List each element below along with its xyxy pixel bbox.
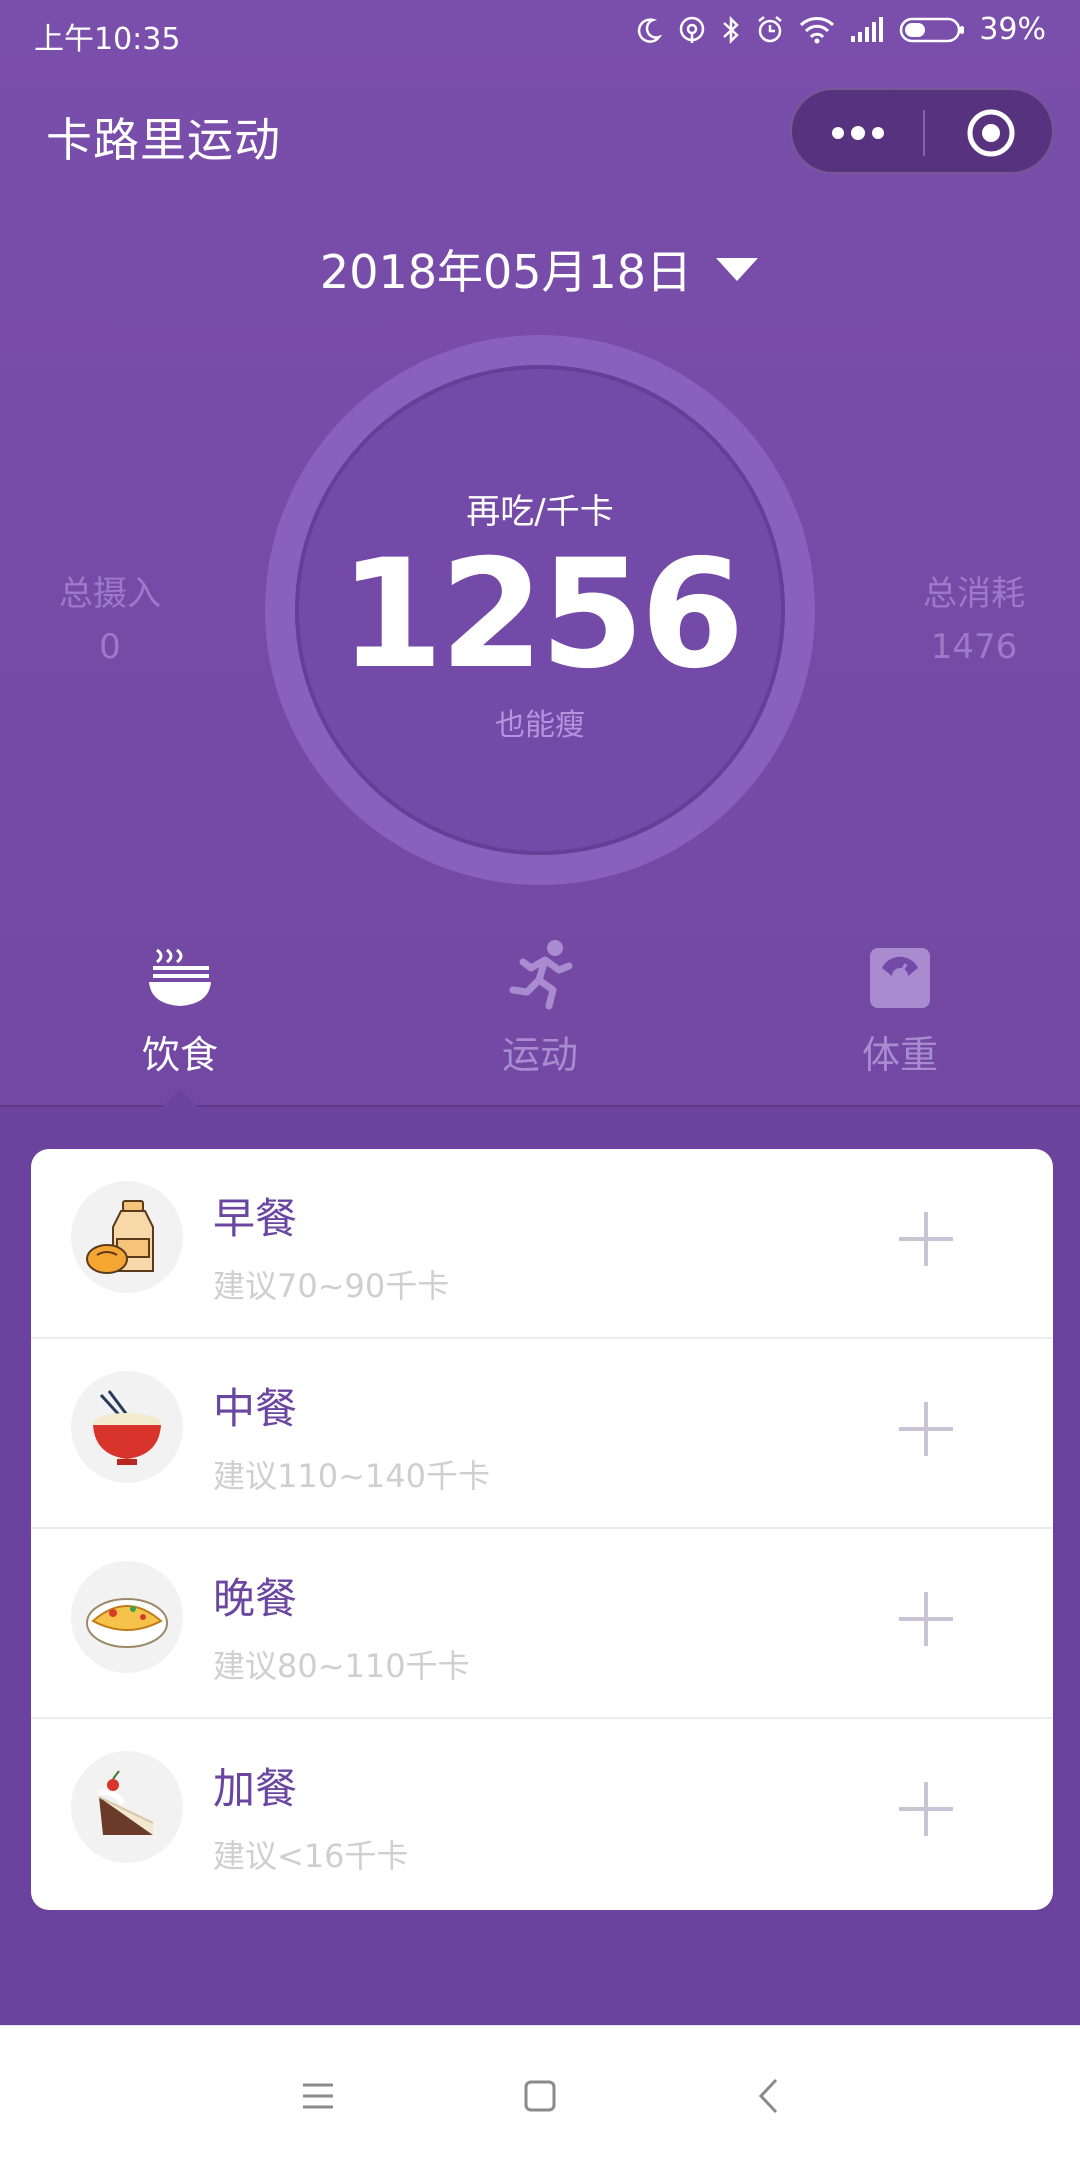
back-chevron-icon (758, 2078, 778, 2114)
omelette-plate-icon (86, 1598, 168, 1648)
caret-down-icon (716, 258, 759, 281)
add-dinner-plus-icon[interactable] (891, 1584, 961, 1654)
tab-bar: 饮食 运动 体重 (0, 930, 1080, 1100)
remaining-sub: 也能瘦 (495, 708, 585, 743)
back-button[interactable] (728, 2056, 808, 2136)
status-time: 上午10:35 (34, 22, 181, 57)
total-burn: 总消耗 1476 (864, 566, 1080, 667)
status-icons: 39% (635, 12, 1046, 47)
meal-hint: 建议80~110千卡 (213, 1647, 470, 1685)
battery-icon (900, 17, 965, 42)
page-title: 卡路里运动 (46, 113, 281, 167)
alarm-icon (758, 15, 783, 42)
meal-lunch[interactable]: 中餐 建议110~140千卡 (31, 1339, 1053, 1529)
add-snack-plus-icon[interactable] (891, 1774, 961, 1844)
remaining-label: 再吃/千卡 (466, 492, 614, 532)
meal-dinner[interactable]: 晚餐 建议80~110千卡 (31, 1529, 1053, 1719)
menu-button[interactable] (278, 2056, 358, 2136)
meal-hint: 建议<16千卡 (213, 1837, 409, 1875)
close-button[interactable] (925, 90, 1056, 176)
tab-exercise[interactable]: 运动 (360, 930, 720, 1100)
wifi-icon (800, 16, 835, 43)
date-text: 2018年05月18日 (319, 245, 693, 299)
battery-percent: 39% (979, 12, 1046, 47)
lunch-thumb (71, 1371, 183, 1483)
scale-icon (870, 948, 930, 1008)
snack-thumb (71, 1751, 183, 1863)
tab-exercise-label: 运动 (501, 1033, 578, 1077)
dinner-thumb (71, 1561, 183, 1673)
intake-label: 总摄入 (59, 574, 161, 614)
add-breakfast-plus-icon[interactable] (891, 1204, 961, 1274)
signal-icon (851, 16, 884, 42)
meal-list: 早餐 建议70~90千卡 中餐 建议110~140千卡 晚餐 建议80~110千… (31, 1149, 1053, 1910)
hotspot-icon (680, 16, 705, 43)
total-intake: 总摄入 0 (0, 566, 220, 667)
intake-value: 0 (99, 627, 121, 667)
burn-label: 总消耗 (923, 574, 1025, 614)
menu-icon (303, 2083, 333, 2109)
more-dots-icon (831, 126, 884, 140)
meal-hint: 建议70~90千卡 (213, 1267, 450, 1305)
target-circle-icon (967, 109, 1014, 157)
home-button[interactable] (500, 2056, 580, 2136)
tab-weight[interactable]: 体重 (720, 930, 1080, 1100)
running-icon (509, 940, 573, 1010)
add-lunch-plus-icon[interactable] (891, 1394, 961, 1464)
rice-bowl-icon (93, 1390, 161, 1465)
tab-diet[interactable]: 饮食 (0, 930, 360, 1100)
meal-name: 中餐 (213, 1384, 298, 1433)
cake-slice-icon (98, 1770, 154, 1835)
status-bar: 上午10:35 39% (0, 0, 1080, 66)
milk-bun-icon (86, 1200, 154, 1274)
moon-icon (638, 17, 663, 43)
meal-breakfast[interactable]: 早餐 建议70~90千卡 (31, 1149, 1053, 1339)
mini-program-capsule (790, 88, 1054, 174)
noodle-bowl-icon (149, 948, 211, 1006)
date-selector[interactable]: 2018年05月18日 (0, 236, 1080, 302)
active-tab-indicator (162, 1089, 198, 1107)
bluetooth-icon (723, 15, 740, 44)
meal-snack[interactable]: 加餐 建议<16千卡 (31, 1719, 1053, 1909)
meal-name: 加餐 (213, 1764, 298, 1813)
burn-value: 1476 (930, 627, 1018, 667)
breakfast-thumb (71, 1181, 183, 1293)
home-square-icon (524, 2080, 556, 2112)
tab-weight-label: 体重 (861, 1033, 938, 1077)
more-button[interactable] (792, 90, 923, 176)
system-nav-bar (0, 2025, 1080, 2161)
meal-name: 晚餐 (213, 1574, 298, 1623)
meal-hint: 建议110~140千卡 (213, 1457, 490, 1495)
meal-name: 早餐 (213, 1194, 298, 1243)
tab-diet-label: 饮食 (141, 1033, 218, 1077)
